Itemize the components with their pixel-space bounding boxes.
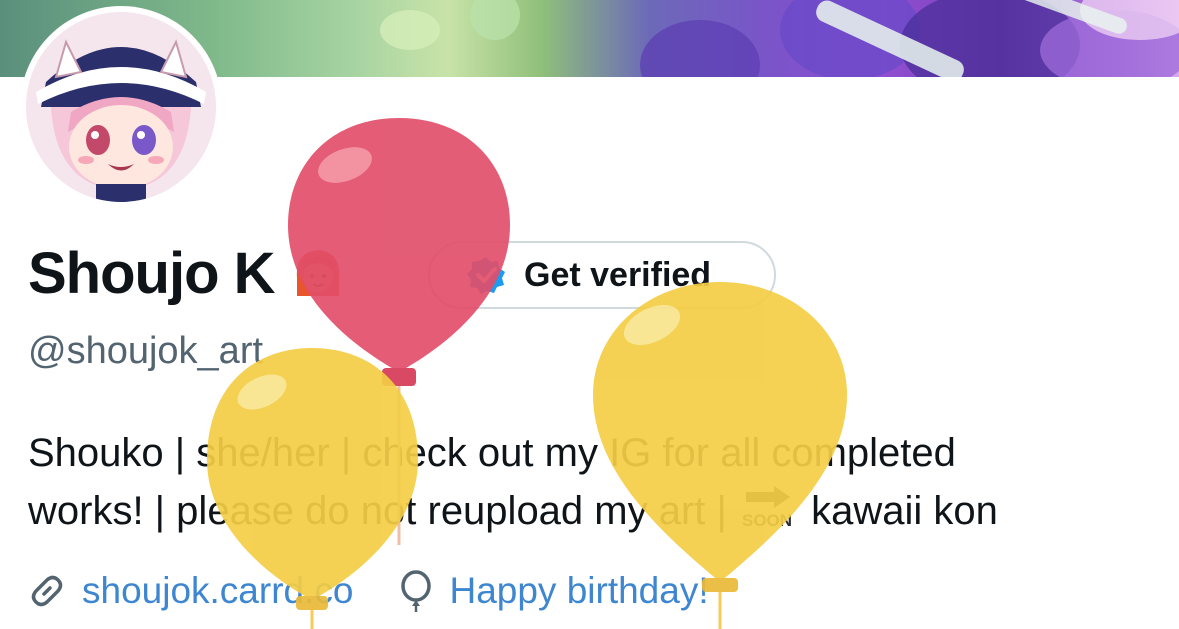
birthday-text: Happy birthday! (449, 570, 709, 611)
avatar[interactable] (20, 6, 222, 208)
avatar-illustration-icon (26, 12, 216, 202)
svg-text:SOON: SOON (742, 511, 792, 530)
profile-handle: @shoujok_art (28, 330, 264, 372)
bio-line-2: works! | please do not reupload my art |… (28, 482, 1158, 540)
profile-bio: Shouko | she/her | check out my IG for a… (28, 424, 1158, 540)
verified-badge-icon (467, 257, 505, 294)
balloon-icon (401, 570, 432, 612)
bio-line-2-start: works! | please do not reupload my art | (28, 489, 739, 533)
bio-line-2-end: kawaii kon (800, 489, 998, 533)
birthday-item: Happy birthday! (397, 570, 709, 612)
website-item[interactable]: shoujok.carrd.co (28, 570, 353, 612)
bio-line-1: Shouko | she/her | check out my IG for a… (28, 431, 956, 475)
soon-arrow-icon: SOON (742, 486, 792, 530)
profile-meta: shoujok.carrd.co Happy birthday! (28, 566, 709, 616)
display-name: Shoujo K (28, 240, 276, 306)
name-row: Shoujo K (28, 238, 347, 308)
girl-emoji-icon (296, 250, 339, 296)
website-link[interactable]: shoujok.carrd.co (82, 570, 353, 612)
get-verified-label: Get verified (524, 255, 712, 294)
link-icon (31, 575, 63, 607)
get-verified-button[interactable]: Get verified (428, 241, 776, 309)
